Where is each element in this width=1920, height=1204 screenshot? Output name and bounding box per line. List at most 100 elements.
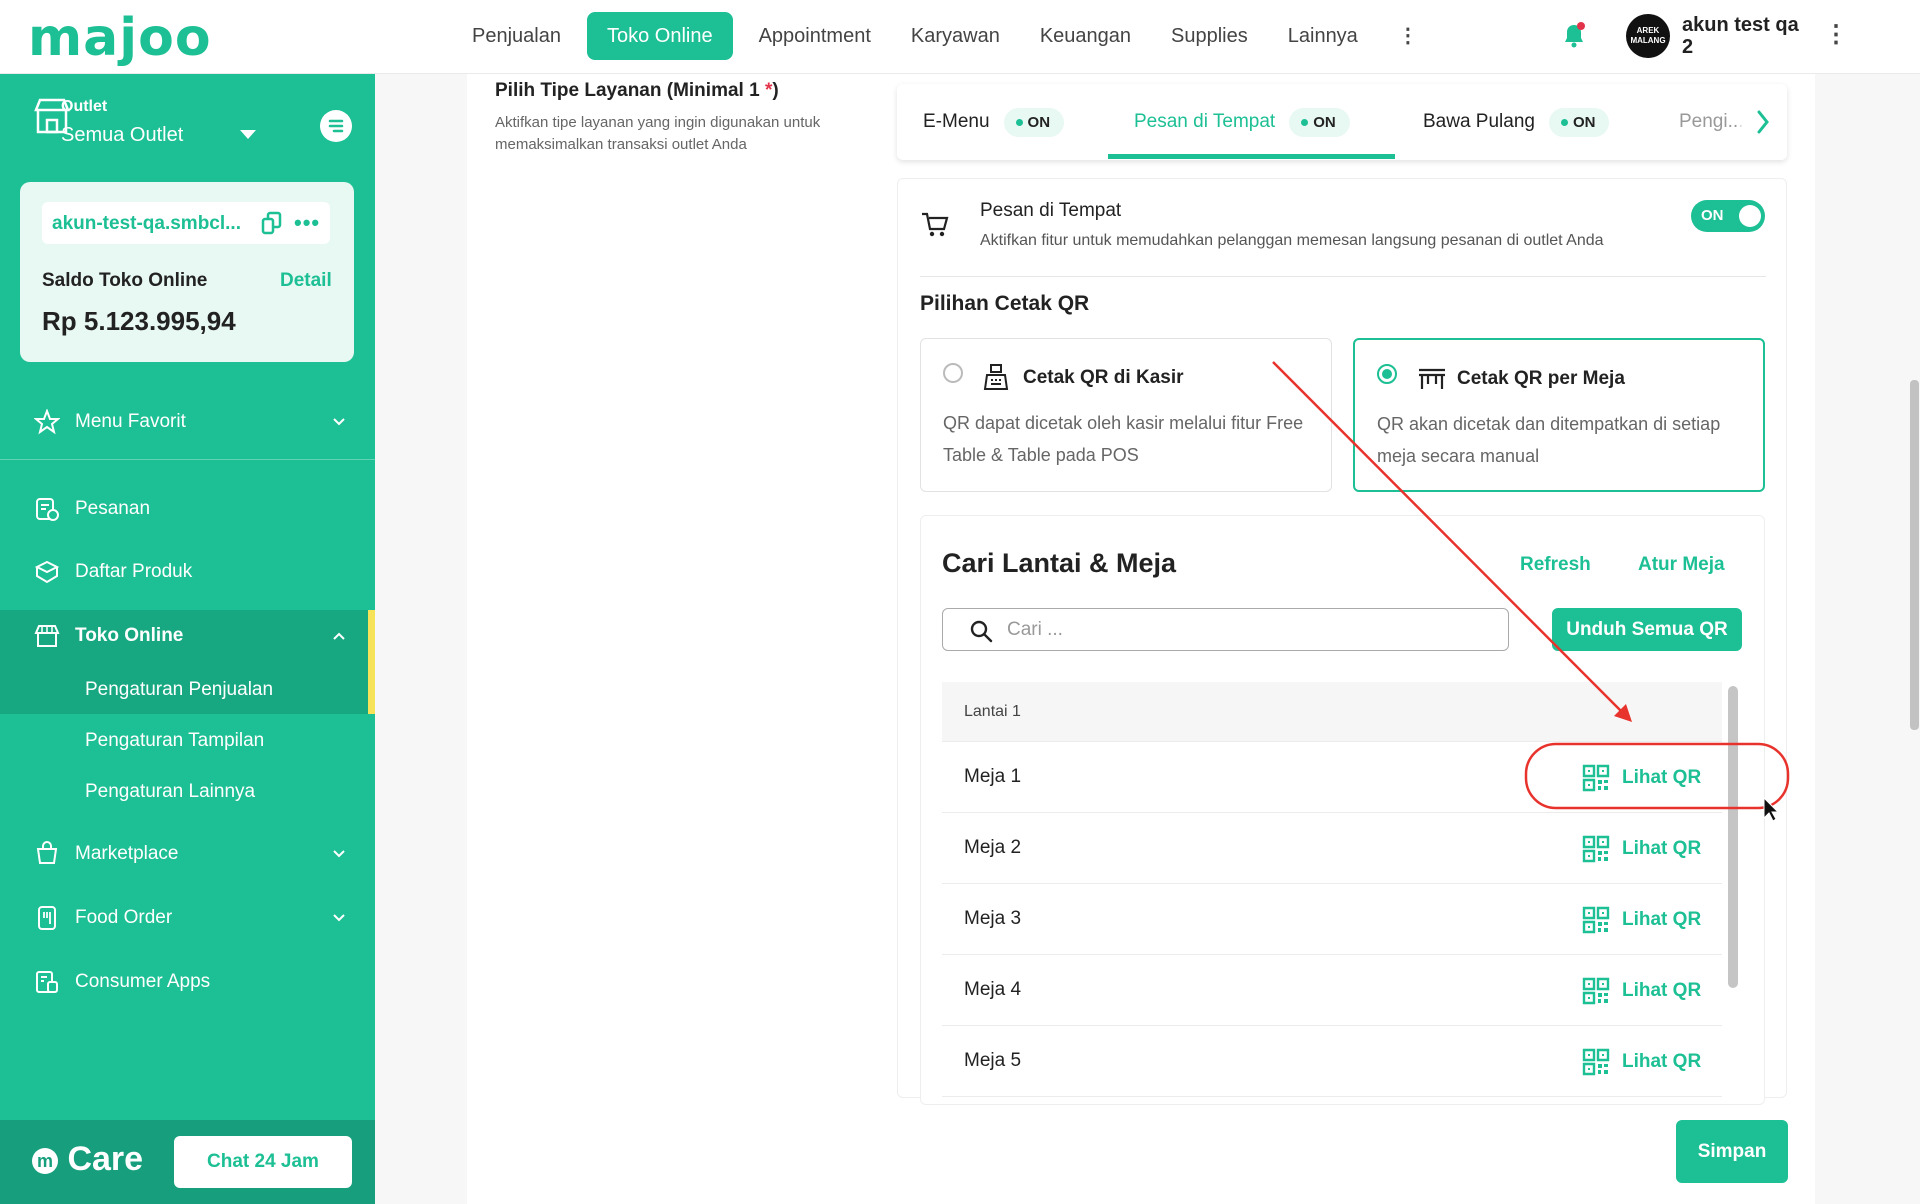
store-domain-box: akun-test-qa.smbcl... ••• — [42, 202, 330, 244]
qr-code-icon — [1582, 764, 1610, 792]
sidebar-item-label: Daftar Produk — [75, 561, 193, 582]
qr-option-description: QR akan dicetak dan ditempatkan di setia… — [1377, 414, 1721, 466]
sidebar-item-label: Marketplace — [75, 843, 179, 864]
toggle-knob — [1739, 205, 1761, 227]
sidebar-item-pesanan[interactable]: Pesanan — [0, 479, 375, 539]
table-row: Meja 2 Lihat QR — [942, 813, 1722, 884]
page-scrollbar[interactable] — [1910, 380, 1919, 730]
user-name[interactable]: akun test qa 2 — [1682, 14, 1802, 58]
box-icon — [34, 560, 60, 584]
nav-appointment[interactable]: Appointment — [739, 12, 891, 60]
radio-button-selected[interactable] — [1377, 364, 1397, 384]
table-row: Meja 3 Lihat QR — [942, 884, 1722, 955]
table-name: Meja 2 — [964, 837, 1022, 858]
store-domain[interactable]: akun-test-qa.smbcl... — [52, 213, 252, 235]
tab-scroll-next-button[interactable] — [1737, 84, 1787, 160]
refresh-link[interactable]: Refresh — [1520, 554, 1591, 576]
service-description: Aktifkan fitur untuk memudahkan pelangga… — [980, 232, 1604, 249]
majoo-logo[interactable]: majoo — [28, 8, 212, 68]
table-list: Lantai 1 Meja 1 Lihat QR Meja 2 Lihat QR Mej… — [942, 682, 1722, 1097]
save-button[interactable]: Simpan — [1676, 1120, 1788, 1183]
sidebar-item-menu-favorit[interactable]: Menu Favorit — [0, 392, 375, 452]
chevron-up-icon — [333, 632, 345, 640]
lihat-qr-button[interactable]: Lihat QR — [1582, 902, 1701, 938]
saldo-detail-link[interactable]: Detail — [280, 270, 332, 292]
more-options-icon[interactable]: ••• — [294, 210, 320, 236]
top-nav-menu: Penjualan Toko Online Appointment Karyaw… — [452, 12, 1438, 60]
qr-option-kasir[interactable]: Cetak QR di Kasir QR dapat dicetak oleh … — [920, 338, 1332, 492]
status-text: ON — [1313, 113, 1336, 131]
table-icon — [1419, 368, 1445, 389]
chevron-down-icon — [333, 914, 345, 922]
qr-option-description: QR dapat dicetak oleh kasir melalui fitu… — [943, 413, 1304, 465]
sidebar-item-food-order[interactable]: Food Order — [0, 888, 375, 948]
table-name: Meja 1 — [964, 766, 1022, 787]
food-order-icon — [38, 906, 56, 930]
table-scrollbar[interactable] — [1728, 686, 1738, 988]
service-type-title-close: ) — [772, 80, 779, 101]
service-type-title-text: Pilih Tipe Layanan (Minimal 1 — [495, 80, 765, 101]
search-icon — [970, 620, 993, 643]
cart-icon — [922, 212, 949, 237]
caret-down-icon[interactable] — [240, 130, 256, 139]
chat-24-jam-button[interactable]: Chat 24 Jam — [174, 1136, 352, 1188]
nav-karyawan[interactable]: Karyawan — [891, 12, 1020, 60]
copy-icon[interactable] — [260, 210, 284, 236]
atur-meja-link[interactable]: Atur Meja — [1638, 554, 1725, 576]
lihat-qr-label: Lihat QR — [1622, 767, 1702, 788]
saldo-card: akun-test-qa.smbcl... ••• Saldo Toko Onl… — [20, 182, 354, 362]
tab-bawa-pulang[interactable]: Bawa Pulang ON — [1423, 84, 1610, 160]
outlet-selector[interactable]: Semua Outlet — [61, 124, 183, 147]
qr-option-title: Cetak QR di Kasir — [1023, 367, 1184, 388]
service-toggle[interactable]: ON — [1691, 200, 1765, 232]
sidebar-subitem-pengaturan-tampilan[interactable]: Pengaturan Tampilan — [0, 716, 375, 766]
lihat-qr-button[interactable]: Lihat QR — [1582, 1044, 1701, 1080]
search-input[interactable] — [1007, 615, 1487, 645]
care-logo: m Care — [32, 1140, 143, 1179]
order-icon — [36, 498, 59, 521]
qr-option-per-meja[interactable]: Cetak QR per Meja QR akan dicetak dan di… — [1353, 338, 1765, 492]
marketplace-icon — [36, 841, 58, 864]
sidebar-subitem-pengaturan-lainnya[interactable]: Pengaturan Lainnya — [0, 767, 375, 817]
nav-lainnya[interactable]: Lainnya — [1268, 12, 1378, 60]
user-menu-icon[interactable]: ⋮ — [1824, 20, 1848, 49]
sidebar: Outlet Semua Outlet akun-test-qa.smbcl..… — [0, 74, 375, 1204]
nav-keuangan[interactable]: Keuangan — [1020, 12, 1151, 60]
table-name: Meja 3 — [964, 908, 1022, 929]
status-text: ON — [1027, 113, 1051, 131]
nav-supplies[interactable]: Supplies — [1151, 12, 1268, 60]
chevron-down-icon — [333, 850, 345, 858]
sidebar-item-marketplace[interactable]: Marketplace — [0, 824, 375, 884]
saldo-value: Rp 5.123.995,94 — [42, 306, 236, 336]
divider — [920, 276, 1766, 277]
tab-e-menu[interactable]: E-Menu ON — [923, 84, 1065, 160]
sidebar-item-label: Pesanan — [75, 498, 151, 519]
download-all-qr-button[interactable]: Unduh Semua QR — [1552, 608, 1742, 651]
user-avatar[interactable]: AREK MALANG — [1626, 14, 1670, 58]
active-tab-underline — [1108, 154, 1395, 159]
status-badge: ON — [1289, 107, 1350, 137]
toggle-label: ON — [1701, 207, 1724, 224]
lihat-qr-button[interactable]: Lihat QR — [1582, 973, 1701, 1009]
sidebar-item-daftar-produk[interactable]: Daftar Produk — [0, 542, 375, 602]
top-navigation-bar: majoo Penjualan Toko Online Appointment … — [0, 0, 1920, 74]
sidebar-subitem-pengaturan-penjualan[interactable]: Pengaturan Penjualan — [0, 665, 375, 715]
nav-toko-online[interactable]: Toko Online — [586, 12, 733, 60]
radio-button[interactable] — [943, 363, 963, 383]
table-name: Meja 4 — [964, 979, 1022, 1000]
qr-options-heading: Pilihan Cetak QR — [920, 292, 1090, 315]
lihat-qr-button[interactable]: Lihat QR — [1582, 831, 1701, 867]
lihat-qr-button[interactable]: Lihat QR — [1582, 760, 1701, 796]
nav-penjualan[interactable]: Penjualan — [452, 12, 581, 60]
qr-code-icon — [1582, 977, 1610, 1005]
tab-pengiriman[interactable]: Pengi... — [1679, 84, 1743, 160]
care-footer: m Care Chat 24 Jam — [0, 1120, 375, 1204]
status-dot — [1015, 119, 1023, 127]
more-nav-icon[interactable]: ⋮ — [1378, 12, 1438, 60]
notification-bell-icon[interactable] — [1558, 20, 1590, 52]
sidebar-item-consumer-apps[interactable]: Consumer Apps — [0, 952, 375, 1012]
collapse-sidebar-button[interactable] — [320, 110, 352, 142]
status-dot — [1560, 119, 1568, 127]
sidebar-item-toko-online[interactable]: Toko Online — [0, 606, 375, 666]
tab-pesan-di-tempat[interactable]: Pesan di Tempat ON — [1134, 84, 1350, 160]
